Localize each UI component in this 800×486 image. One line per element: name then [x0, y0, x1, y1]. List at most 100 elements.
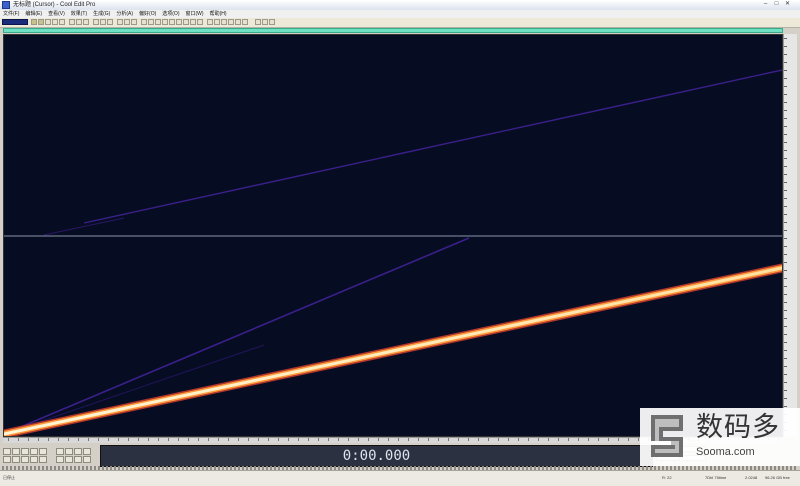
zoom-full-button[interactable] — [74, 448, 82, 455]
toolbar-button[interactable] — [162, 19, 168, 25]
zoom-in-horizontal-button[interactable] — [56, 448, 64, 455]
toolbar-button[interactable] — [100, 19, 106, 25]
toolbar-button[interactable] — [214, 19, 220, 25]
toolbar-button[interactable] — [93, 19, 99, 25]
zoom-out-vertical-button[interactable] — [83, 456, 91, 463]
menu-generate[interactable]: 生成(G) — [90, 10, 113, 18]
toolbar-button[interactable] — [83, 19, 89, 25]
menu-file[interactable]: 文件(F) — [0, 10, 22, 18]
ruler-tick — [78, 438, 79, 441]
toolbar-button[interactable] — [141, 19, 147, 25]
ruler-tick — [518, 438, 519, 441]
zoom-selection-button[interactable] — [56, 456, 64, 463]
toolbar-button[interactable] — [148, 19, 154, 25]
ruler-tick — [784, 86, 787, 87]
zoom-right-button[interactable] — [74, 456, 82, 463]
zoom-in-vertical-button[interactable] — [83, 448, 91, 455]
toolbar-button[interactable] — [107, 19, 113, 25]
fast-forward-button[interactable] — [21, 456, 29, 463]
toolbar-button[interactable] — [76, 19, 82, 25]
zoom-out-horizontal-button[interactable] — [65, 448, 73, 455]
ruler-tick — [198, 438, 199, 441]
toolbar-button[interactable] — [59, 19, 65, 25]
maximize-button[interactable]: □ — [772, 1, 781, 8]
ruler-tick — [558, 438, 559, 441]
toolbar-button[interactable] — [190, 19, 196, 25]
toolbar-button[interactable] — [197, 19, 203, 25]
ruler-tick — [784, 158, 787, 159]
menu-effects[interactable]: 效果(T) — [68, 10, 90, 18]
minimize-button[interactable]: – — [761, 1, 770, 8]
toolbar-button[interactable] — [38, 19, 44, 25]
status-field: 7Dbl 75time — [705, 475, 727, 480]
menu-favorites[interactable]: 偏好(O) — [136, 10, 159, 18]
toolbar-button[interactable] — [155, 19, 161, 25]
menu-view[interactable]: 查看(V) — [45, 10, 68, 18]
toolbar-button[interactable] — [207, 19, 213, 25]
ruler-tick — [108, 438, 109, 441]
toolbar-button[interactable] — [221, 19, 227, 25]
ruler-tick — [548, 438, 549, 441]
ruler-tick — [784, 110, 787, 111]
go-to-end-button[interactable] — [30, 456, 38, 463]
ruler-tick — [784, 134, 787, 135]
ruler-tick — [784, 142, 787, 143]
menu-options[interactable]: 选项(O) — [159, 10, 182, 18]
menu-edit[interactable]: 编辑(E) — [22, 10, 45, 18]
rewind-button[interactable] — [12, 456, 20, 463]
record-button[interactable] — [39, 448, 47, 455]
ruler-tick — [784, 326, 787, 327]
toolbar-button[interactable] — [255, 19, 261, 25]
ruler-tick — [498, 438, 499, 441]
pause-button[interactable] — [21, 448, 29, 455]
ruler-tick — [784, 126, 787, 127]
ruler-tick — [538, 438, 539, 441]
menu-help[interactable]: 帮助(H) — [207, 10, 230, 18]
close-button[interactable]: ✕ — [783, 1, 792, 8]
play-button[interactable] — [12, 448, 20, 455]
view-mode-toggle[interactable] — [2, 19, 28, 25]
frequency-ruler — [783, 34, 797, 437]
ruler-tick — [638, 438, 639, 441]
ruler-tick — [588, 438, 589, 441]
toolbar-button[interactable] — [242, 19, 248, 25]
waveform-overview-bar[interactable] — [3, 28, 783, 33]
toolbar-button[interactable] — [52, 19, 58, 25]
ruler-tick — [784, 62, 787, 63]
ruler-tick — [784, 310, 787, 311]
toolbar-button[interactable] — [269, 19, 275, 25]
ruler-tick — [348, 438, 349, 441]
menu-window[interactable]: 窗口(W) — [183, 10, 207, 18]
toolbar-button[interactable] — [131, 19, 137, 25]
zoom-left-button[interactable] — [65, 456, 73, 463]
stop-button[interactable] — [3, 448, 11, 455]
ruler-tick — [48, 438, 49, 441]
ruler-tick — [338, 438, 339, 441]
ruler-tick — [8, 438, 9, 441]
record-mode-button[interactable] — [39, 456, 47, 463]
ruler-tick — [158, 438, 159, 441]
ruler-tick — [784, 302, 787, 303]
toolbar-button[interactable] — [183, 19, 189, 25]
ruler-tick — [208, 438, 209, 441]
toolbar-button[interactable] — [69, 19, 75, 25]
go-to-start-button[interactable] — [3, 456, 11, 463]
status-bar: 已停止 R: 22 7Dbl 75time 2.0248 96.26 GB fr… — [0, 470, 800, 486]
toolbar-button[interactable] — [31, 19, 37, 25]
menu-analyze[interactable]: 分析(A) — [113, 10, 136, 18]
ruler-tick — [784, 358, 787, 359]
toolbar-button[interactable] — [262, 19, 268, 25]
toolbar-button[interactable] — [228, 19, 234, 25]
toolbar-button[interactable] — [176, 19, 182, 25]
play-loop-button[interactable] — [30, 448, 38, 455]
toolbar-button[interactable] — [124, 19, 130, 25]
toolbar-button[interactable] — [235, 19, 241, 25]
toolbar-button[interactable] — [169, 19, 175, 25]
toolbar-button[interactable] — [117, 19, 123, 25]
ruler-tick — [138, 438, 139, 441]
ruler-tick — [28, 438, 29, 441]
toolbar-button[interactable] — [45, 19, 51, 25]
ruler-tick — [228, 438, 229, 441]
ruler-tick — [288, 438, 289, 441]
spectral-view[interactable] — [3, 34, 783, 437]
